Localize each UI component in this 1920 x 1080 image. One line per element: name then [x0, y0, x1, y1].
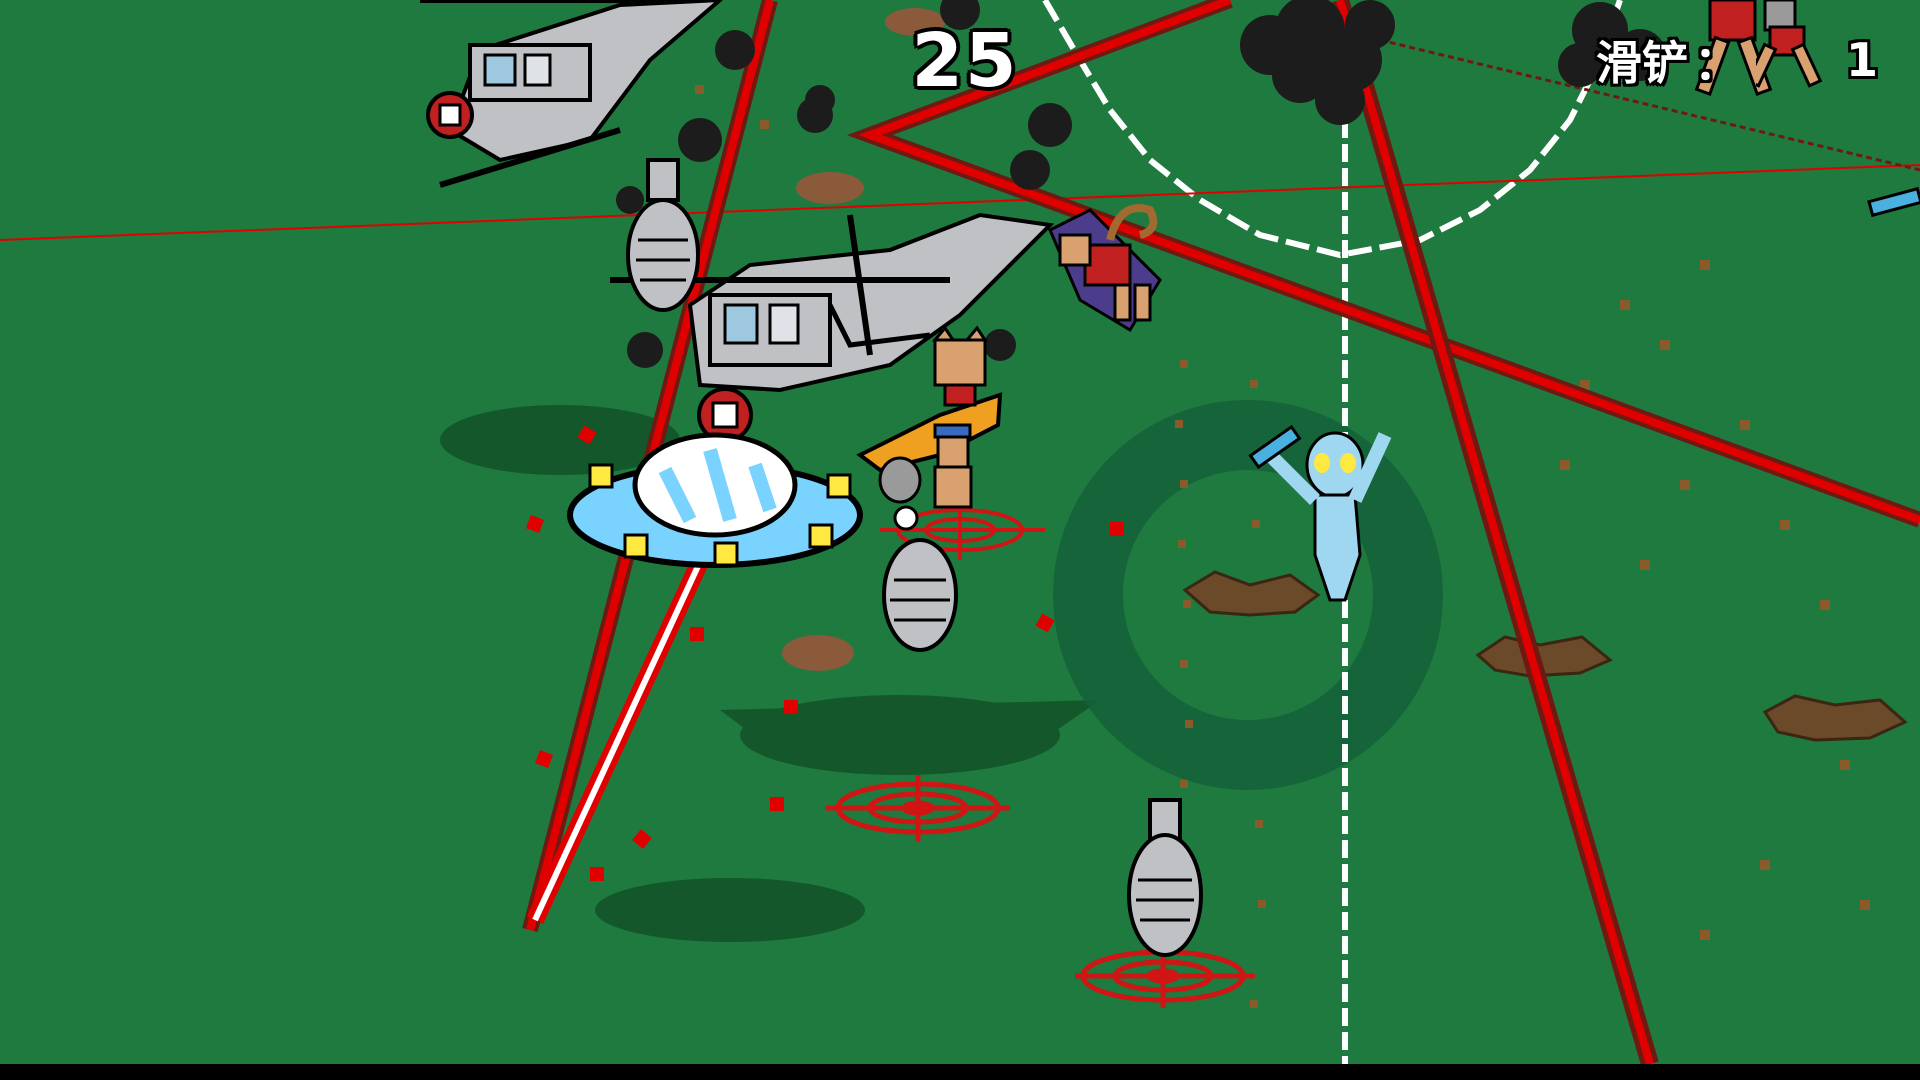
slide-counter: 滑铲 ： 1: [1596, 25, 1882, 92]
game-scene: [0, 0, 1920, 1067]
crater: [782, 635, 854, 671]
slide-counter-separator: ：: [1694, 36, 1740, 90]
target-marker: [825, 775, 1010, 842]
plane: [856, 392, 1003, 504]
slide-counter-label: 滑铲: [1596, 36, 1688, 90]
crater: [796, 172, 864, 204]
bottom-bar: [0, 1064, 1920, 1080]
crater: [1762, 694, 1908, 742]
cat-pilot: [931, 325, 988, 407]
falling-bomb: [626, 158, 700, 312]
sliding-runner-icon: [1756, 25, 1823, 88]
falling-bomb: [882, 538, 958, 652]
gun-pickup: [1867, 186, 1920, 218]
game-screen[interactable]: 25 滑铲 ： 1: [0, 0, 1920, 1080]
shadow: [720, 700, 1100, 740]
slide-counter-value: 1: [1845, 33, 1878, 87]
score-counter: 25: [911, 18, 1019, 104]
falling-bomb: [1127, 798, 1203, 957]
helicopter: [420, 0, 724, 188]
shadow: [595, 878, 865, 942]
crater: [1182, 570, 1321, 617]
dirt-trails: [695, 60, 1870, 1008]
caped-hero: [1048, 204, 1162, 333]
